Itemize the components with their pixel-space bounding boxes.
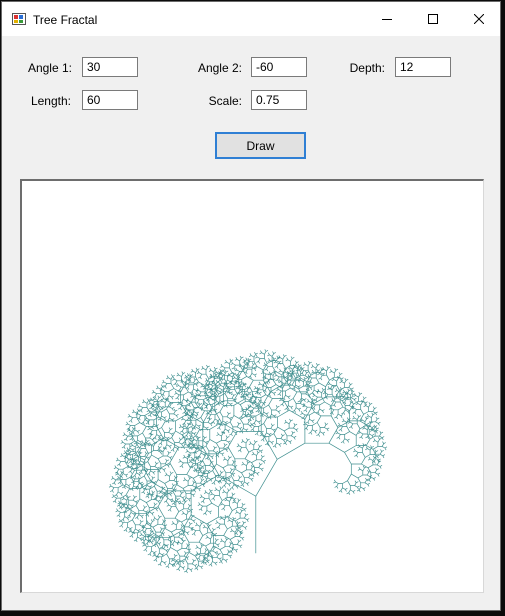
angle2-label: Angle 2: [197,61,242,75]
title-bar[interactable]: Tree Fractal [2,2,500,36]
angle2-input[interactable] [251,57,307,77]
tree-fractal-drawing [108,349,388,574]
scale-label: Scale: [208,94,242,108]
draw-button[interactable]: Draw [215,132,306,159]
length-label: Length: [30,94,71,108]
angle1-label: Angle 1: [27,61,72,75]
maximize-icon [428,14,438,24]
minimize-icon [382,19,392,20]
maximize-button[interactable] [410,2,456,36]
close-icon [474,14,484,24]
window-title: Tree Fractal [33,13,98,27]
depth-input[interactable] [395,57,451,77]
fractal-branches [108,349,388,574]
app-icon [12,13,26,25]
scale-input[interactable] [251,90,307,110]
close-button[interactable] [456,2,502,36]
app-window: Tree Fractal Angle 1: Angle 2: Depth: Le… [1,1,501,611]
length-input[interactable] [82,90,138,110]
fractal-canvas[interactable] [20,179,484,593]
depth-label: Depth: [349,61,385,75]
angle1-input[interactable] [82,57,138,77]
minimize-button[interactable] [364,2,410,36]
